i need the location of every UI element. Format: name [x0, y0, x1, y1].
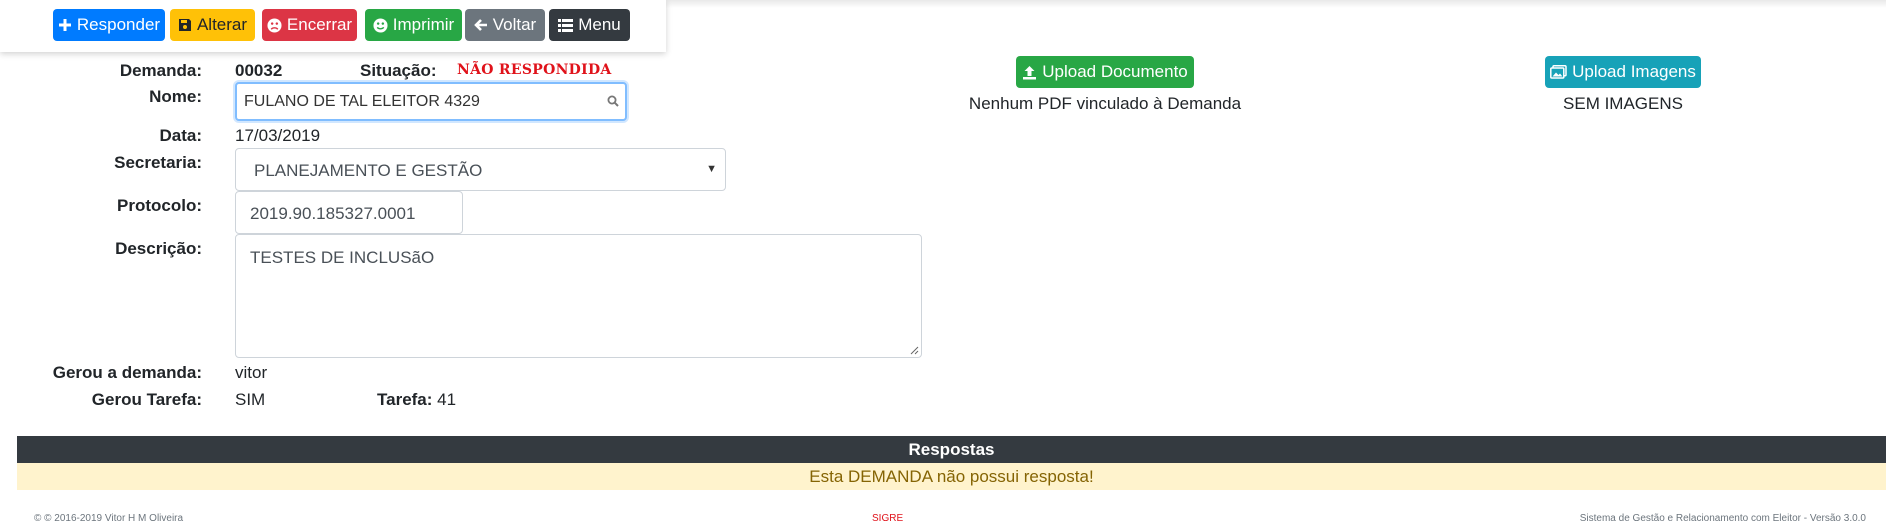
images-icon [1550, 65, 1567, 79]
imprimir-button[interactable]: Imprimir [365, 9, 462, 41]
menu-label: Menu [578, 15, 621, 34]
descricao-label: Descrição: [115, 239, 202, 258]
nome-search-input[interactable]: FULANO DE TAL ELEITOR 4329 [235, 82, 627, 121]
upload-imagens-label: Upload Imagens [1572, 62, 1696, 81]
save-icon [178, 19, 191, 31]
frown-icon [267, 17, 282, 33]
voltar-label: Voltar [492, 15, 537, 34]
nome-label: Nome: [149, 87, 202, 106]
respostas-alert: Esta DEMANDA não possui resposta! [17, 463, 1886, 490]
action-toolbar: Responder Alterar Encerrar Imprimir Volt… [0, 0, 666, 52]
respostas-message: Esta DEMANDA não possui resposta! [809, 466, 1094, 486]
chevron-down-icon: ▼ [706, 163, 717, 175]
situacao-label: Situação: [360, 61, 437, 80]
alterar-button[interactable]: Alterar [170, 9, 255, 41]
demanda-label: Demanda: [119, 61, 202, 80]
data-value: 17/03/2019 [235, 126, 321, 145]
plus-icon [58, 19, 71, 31]
resize-grip-icon[interactable] [910, 346, 919, 355]
gerou-tarefa-value: SIM [235, 390, 266, 409]
gerou-demanda-value: vitor [235, 363, 268, 382]
protocolo-value: 2019.90.185327.0001 [250, 204, 416, 223]
encerrar-label: Encerrar [286, 15, 353, 34]
encerrar-button[interactable]: Encerrar [262, 9, 357, 41]
tarefa-value: 41 [437, 390, 457, 409]
gerou-tarefa-label: Gerou Tarefa: [91, 390, 202, 409]
tarefa-label: Tarefa: [377, 390, 433, 409]
upload-documento-button[interactable]: Upload Documento [1016, 56, 1194, 88]
search-icon[interactable] [607, 95, 619, 107]
nome-value: FULANO DE TAL ELEITOR 4329 [244, 93, 480, 110]
demanda-number: 00032 [235, 61, 283, 80]
upload-icon [1023, 65, 1037, 79]
documento-section: Upload Documento Nenhum PDF vinculado à … [900, 56, 1310, 114]
smile-icon [373, 17, 388, 33]
protocolo-label: Protocolo: [117, 196, 202, 215]
menu-button[interactable]: Menu [549, 9, 630, 41]
responder-label: Responder [76, 15, 161, 34]
descricao-textarea[interactable]: TESTES DE INCLUSãO [235, 234, 922, 358]
upload-documento-label: Upload Documento [1042, 62, 1188, 81]
footer-app-name: SIGRE [872, 513, 904, 524]
secretaria-value: PLANEJAMENTO E GESTÃO [254, 161, 483, 180]
secretaria-label: Secretaria: [114, 153, 202, 172]
footer-version: Sistema de Gestão e Relacionamento com E… [1579, 513, 1866, 524]
documento-status: Nenhum PDF vinculado à Demanda [968, 94, 1242, 113]
imprimir-label: Imprimir [392, 15, 455, 34]
gerou-demanda-label: Gerou a demanda: [52, 363, 202, 382]
voltar-button[interactable]: Voltar [465, 9, 545, 41]
data-label: Data: [159, 126, 202, 145]
respostas-header: Respostas [17, 436, 1886, 463]
status-badge: NÃO RESPONDIDA [457, 62, 612, 78]
alterar-label: Alterar [196, 15, 248, 34]
secretaria-select[interactable]: PLANEJAMENTO E GESTÃO ▼ [235, 148, 726, 191]
footer-copyright: © © 2016-2019 Vitor H M Oliveira [34, 513, 184, 524]
tarefa-field: Tarefa: 41 [377, 390, 456, 410]
responder-button[interactable]: Responder [53, 9, 165, 41]
descricao-value: TESTES DE INCLUSãO [250, 248, 435, 267]
imagens-status: SEM IMAGENS [1563, 94, 1683, 113]
imagens-section: Upload Imagens SEM IMAGENS [1450, 56, 1796, 114]
arrow-left-icon [473, 19, 487, 31]
respostas-title: Respostas [908, 439, 995, 459]
protocolo-input[interactable]: 2019.90.185327.0001 [235, 191, 463, 234]
upload-imagens-button[interactable]: Upload Imagens [1545, 56, 1701, 88]
list-icon [558, 18, 574, 32]
